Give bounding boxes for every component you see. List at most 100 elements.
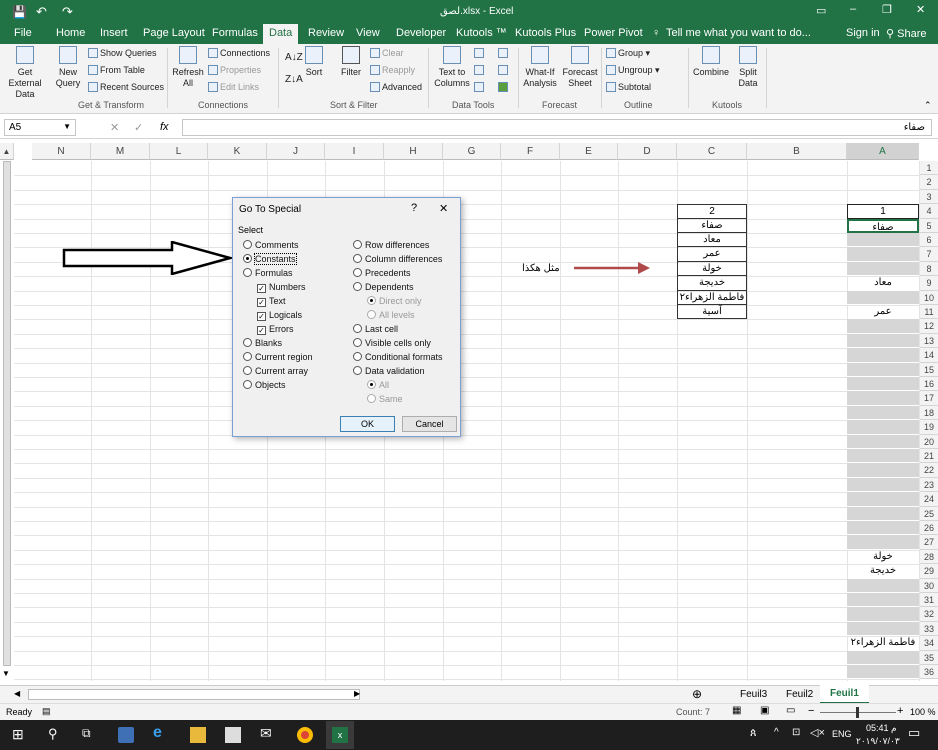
row-header-36[interactable]: 36 (919, 665, 938, 680)
selected-blank-cell[interactable] (847, 391, 919, 406)
ungroup-button[interactable]: Ungroup ▾ (606, 65, 660, 76)
cell-a9[interactable]: معاد (847, 276, 919, 290)
refresh-all-button[interactable]: Refresh All (172, 46, 204, 89)
check-errors[interactable]: ✓ Errors (257, 324, 294, 335)
scroll-up-icon[interactable]: ▲ (0, 143, 14, 160)
tell-me-box[interactable]: Tell me what you want to do... (666, 27, 811, 39)
file-explorer-icon[interactable] (190, 727, 206, 743)
sheet-tab-feuil2[interactable]: Feuil2 (786, 689, 813, 700)
name-box[interactable]: A5 ▼ (4, 119, 76, 136)
windows-start-icon[interactable]: ⊞ (12, 726, 24, 743)
combine-button[interactable]: Combine (692, 46, 730, 78)
cell-a11[interactable]: عمر (847, 305, 919, 319)
selected-blank-cell[interactable] (847, 492, 919, 507)
dialog-close-button[interactable]: ✕ (439, 202, 448, 215)
zoom-slider-thumb[interactable] (856, 707, 859, 718)
selected-blank-cell[interactable] (847, 477, 919, 493)
row-header-14[interactable]: 14 (919, 348, 938, 363)
row-header-20[interactable]: 20 (919, 434, 938, 449)
row-header-7[interactable]: 7 (919, 247, 938, 262)
tab-review[interactable]: Review (308, 27, 344, 39)
selected-blank-cell[interactable] (847, 362, 919, 377)
zoom-in-icon[interactable]: + (897, 705, 903, 717)
selected-blank-cell[interactable] (847, 665, 919, 680)
ok-button[interactable]: OK (340, 416, 395, 432)
selected-blank-cell[interactable] (847, 348, 919, 363)
row-header-33[interactable]: 33 (919, 621, 938, 637)
check-numbers[interactable]: ✓ Numbers (257, 282, 306, 293)
row-header-1[interactable]: 1 (919, 161, 938, 176)
macro-record-icon[interactable]: ▤ (42, 706, 51, 717)
data-validation-icon[interactable] (474, 82, 486, 92)
clock-date[interactable]: ٢٠١٩/٠٧/٠٣ (856, 736, 900, 747)
row-header-12[interactable]: 12 (919, 319, 938, 334)
forecast-sheet-button[interactable]: Forecast Sheet (562, 46, 598, 89)
selected-blank-cell[interactable] (847, 593, 919, 608)
subtotal-button[interactable]: Subtotal (606, 82, 651, 92)
recent-sources-button[interactable]: Recent Sources (88, 82, 164, 92)
new-sheet-icon[interactable]: ⊕ (692, 687, 702, 701)
enter-entry-icon[interactable]: ✓ (134, 121, 143, 134)
row-header-29[interactable]: 29 (919, 564, 938, 579)
option-conditional-formats[interactable]: Conditional formats (353, 352, 443, 362)
check-logicals[interactable]: ✓ Logicals (257, 310, 302, 321)
tab-kutools[interactable]: Kutools ™ (456, 27, 507, 39)
relationships-icon[interactable] (498, 65, 510, 75)
selected-blank-cell[interactable] (847, 377, 919, 392)
zoom-out-icon[interactable]: − (808, 705, 814, 717)
cell-c5[interactable]: صفاء (677, 218, 747, 233)
row-header-35[interactable]: 35 (919, 650, 938, 665)
row-header-17[interactable]: 17 (919, 391, 938, 406)
chrome-icon[interactable] (297, 727, 313, 743)
option-precedents[interactable]: Precedents (353, 268, 411, 278)
option-dependents[interactable]: Dependents (353, 282, 414, 292)
selected-blank-cell[interactable] (847, 434, 919, 449)
row-header-27[interactable]: 27 (919, 535, 938, 550)
mail-icon[interactable]: ✉ (260, 725, 272, 742)
edit-links-button[interactable]: Edit Links (208, 82, 259, 92)
tab-data[interactable]: Data (263, 24, 299, 44)
column-header-n[interactable]: N (32, 143, 91, 160)
column-header-h[interactable]: H (384, 143, 443, 160)
sort-button[interactable]: Sort (302, 46, 326, 78)
selected-blank-cell[interactable] (847, 449, 919, 464)
cell-c11[interactable]: آسية (677, 305, 747, 320)
selected-blank-cell[interactable] (847, 261, 919, 277)
column-header-i[interactable]: I (325, 143, 384, 160)
advanced-button[interactable]: Advanced (370, 82, 422, 92)
selected-blank-cell[interactable] (847, 290, 919, 305)
edge-icon[interactable]: e (153, 724, 162, 742)
option-constants[interactable]: Constants (243, 253, 297, 265)
cell-c9[interactable]: خديجة (677, 276, 747, 291)
column-header-j[interactable]: J (267, 143, 325, 160)
row-header-19[interactable]: 19 (919, 420, 938, 435)
option-data-validation[interactable]: Data validation (353, 366, 425, 376)
row-header-28[interactable]: 28 (919, 549, 938, 565)
flash-fill-icon[interactable] (474, 48, 486, 58)
cell-a28[interactable]: خولة (847, 550, 919, 564)
maximize-icon[interactable]: ❐ (882, 3, 892, 16)
tray-chevron-icon[interactable]: ^ (774, 727, 779, 738)
row-header-22[interactable]: 22 (919, 463, 938, 478)
option-visible-cells-only[interactable]: Visible cells only (353, 338, 431, 348)
search-icon[interactable]: ⚲ (48, 726, 58, 742)
split-data-button[interactable]: Split Data (734, 46, 762, 89)
column-header-g[interactable]: G (443, 143, 501, 160)
get-external-data-button[interactable]: Get External Data (2, 46, 48, 100)
cancel-entry-icon[interactable]: ✕ (110, 121, 119, 134)
properties-button[interactable]: Properties (208, 65, 261, 75)
option-all-levels[interactable]: All levels (367, 310, 415, 320)
clock-time[interactable]: 05:41 م (866, 723, 897, 734)
tab-kutools-plus[interactable]: Kutools Plus (515, 27, 576, 39)
cell-a29[interactable]: خديجة (847, 564, 919, 578)
volume-icon[interactable]: ◁× (810, 726, 825, 739)
task-view-icon[interactable]: ⧉ (82, 726, 91, 741)
column-header-m[interactable]: M (91, 143, 150, 160)
row-header-16[interactable]: 16 (919, 377, 938, 392)
row-header-3[interactable]: 3 (919, 189, 938, 205)
notifications-icon[interactable]: ▭ (908, 725, 920, 741)
scroll-left-icon[interactable]: ◀ (14, 689, 20, 698)
tab-insert[interactable]: Insert (100, 27, 128, 39)
remove-duplicates-icon[interactable] (474, 65, 486, 75)
option-objects[interactable]: Objects (243, 380, 286, 390)
